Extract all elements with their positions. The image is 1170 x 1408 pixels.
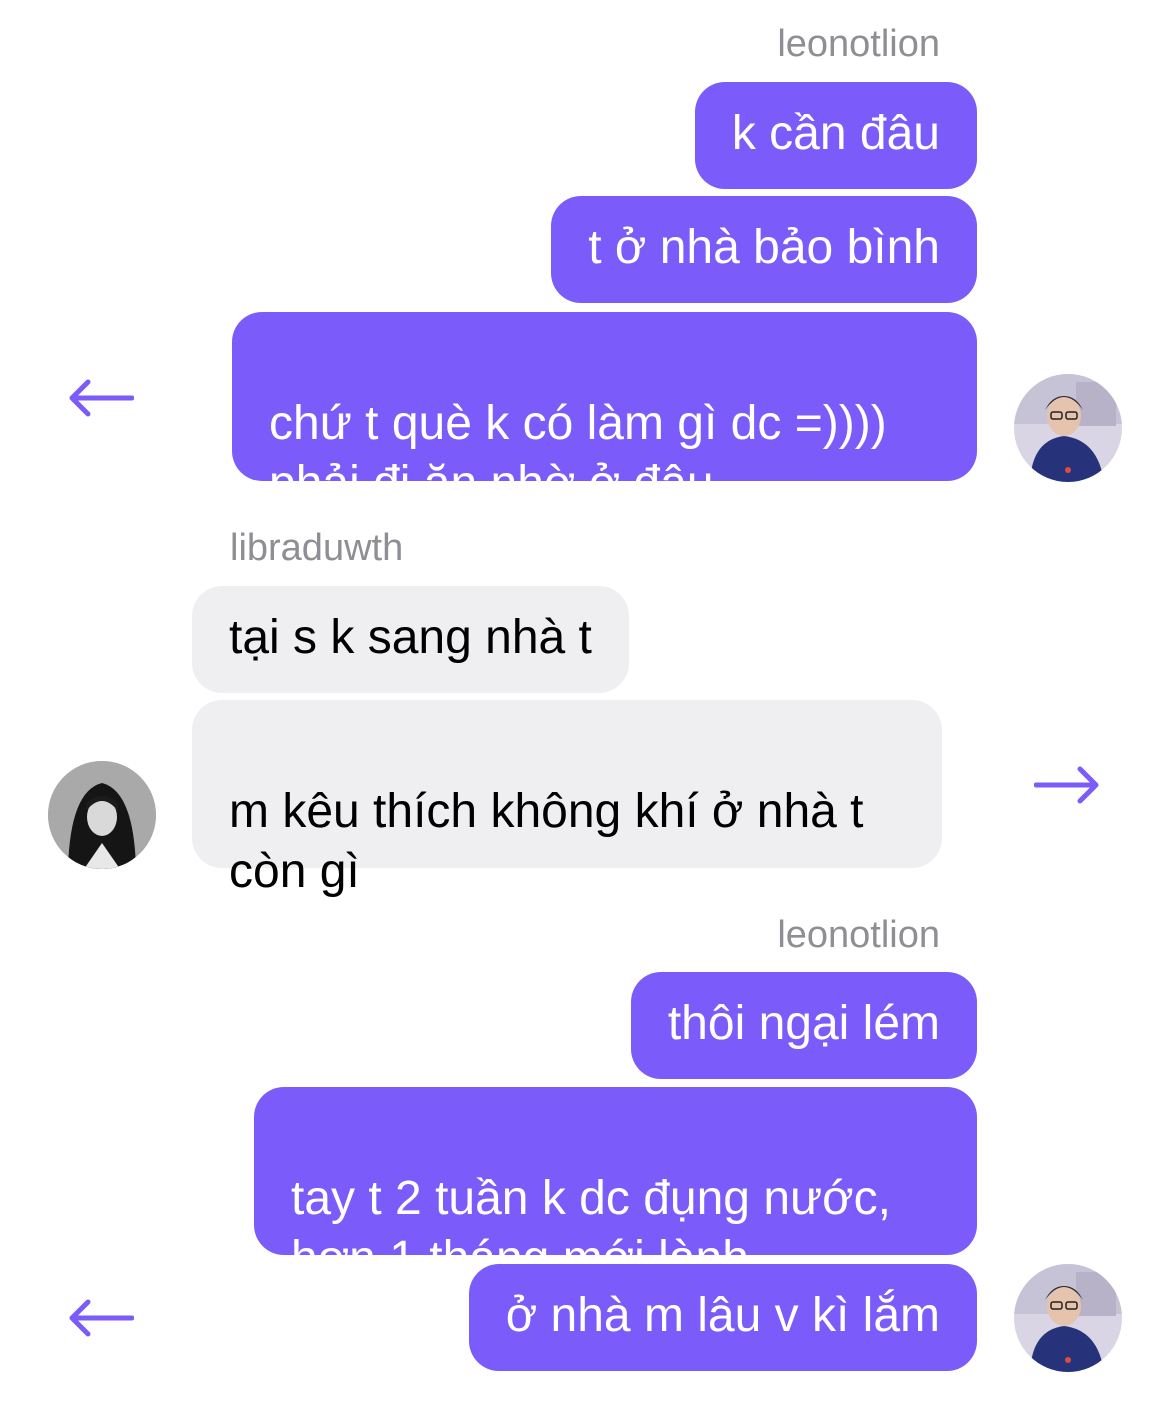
message-text: tại s k sang nhà t	[229, 611, 592, 664]
avatar[interactable]	[48, 761, 156, 869]
message-text: m kêu thích không khí ở nhà t còn gì	[229, 785, 864, 898]
user-avatar-icon	[48, 761, 156, 869]
arrow-left-icon[interactable]	[68, 1298, 134, 1338]
message-bubble-outgoing[interactable]: thôi ngại lém	[630, 972, 977, 1079]
message-bubble-outgoing[interactable]: k cần đâu	[694, 82, 977, 189]
sender-name-libraduwth: libraduwth	[230, 527, 404, 569]
arrow-left-icon[interactable]	[68, 378, 134, 418]
arrow-right-icon[interactable]	[1034, 765, 1100, 805]
message-text: k cần đâu	[731, 107, 940, 160]
message-bubble-incoming[interactable]: m kêu thích không khí ở nhà t còn gì	[192, 700, 942, 898]
message-bubble-incoming[interactable]: tại s k sang nhà t	[192, 586, 629, 693]
avatar[interactable]	[1014, 1264, 1122, 1372]
message-text: thôi ngại lém	[667, 997, 940, 1050]
avatar[interactable]	[1014, 374, 1122, 482]
message-bubble-outgoing[interactable]: tay t 2 tuần k dc đụng nước, hơn 1 tháng…	[254, 1087, 977, 1285]
message-text: chứ t què k có làm gì dc =)))) phải đi ă…	[269, 397, 887, 510]
message-bubble-outgoing[interactable]: chứ t què k có làm gì dc =)))) phải đi ă…	[232, 312, 977, 510]
message-text: t ở nhà bảo bình	[588, 221, 940, 274]
message-text: ở nhà m lâu v kì lắm	[505, 1289, 940, 1342]
user-avatar-icon	[1014, 374, 1122, 482]
user-avatar-icon	[1014, 1264, 1122, 1372]
message-bubble-outgoing[interactable]: t ở nhà bảo bình	[551, 196, 977, 303]
sender-name-leonotlion: leonotlion	[777, 914, 940, 956]
sender-name-leonotlion: leonotlion	[777, 23, 940, 65]
message-bubble-outgoing[interactable]: ở nhà m lâu v kì lắm	[468, 1264, 977, 1371]
